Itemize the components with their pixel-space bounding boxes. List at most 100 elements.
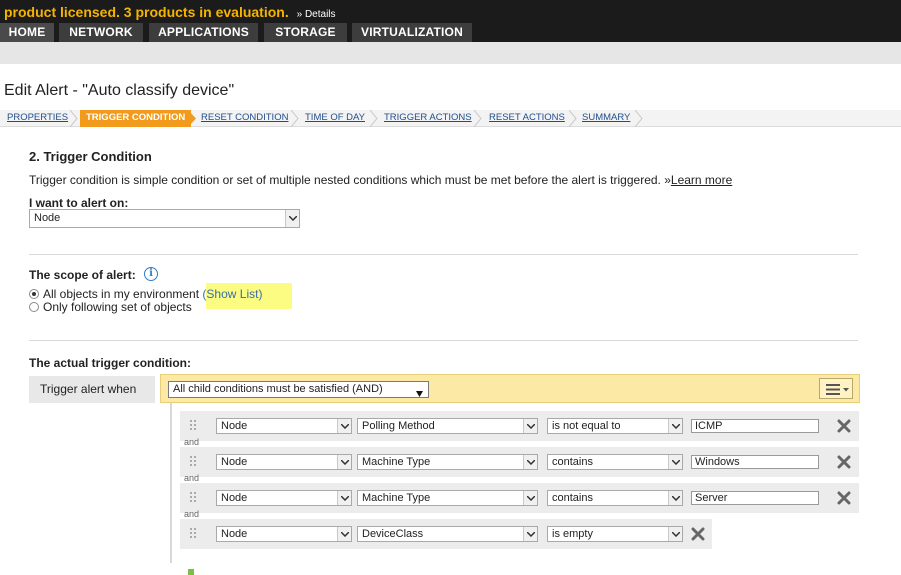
drag-handle-icon[interactable] [190, 528, 196, 538]
and-connector: and [184, 437, 200, 447]
add-condition-icon[interactable] [188, 569, 194, 575]
condition-operator-select[interactable]: is empty [547, 526, 683, 542]
chevron-down-icon [523, 455, 537, 469]
chevron-down-icon [337, 527, 351, 541]
condition-object-value: Node [221, 420, 248, 432]
radio-selected-icon[interactable] [29, 289, 39, 299]
condition-operator-value: contains [552, 492, 593, 504]
condition-object-select[interactable]: Node [216, 526, 352, 542]
alert-on-select[interactable]: Node [29, 209, 300, 228]
chevron-down-icon [337, 491, 351, 505]
condition-field-value: DeviceClass [362, 528, 424, 540]
chevron-down-icon [285, 210, 299, 227]
tab-storage[interactable]: STORAGE [264, 23, 347, 42]
license-text: product licensed. 3 products in evaluati… [4, 4, 289, 20]
group-mode-value: All child conditions must be satisfied (… [173, 383, 383, 395]
trigger-when-label: Trigger alert when [29, 376, 155, 403]
alert-on-value: Node [34, 212, 61, 224]
divider [29, 340, 858, 341]
scope-option-all[interactable]: All objects in my environment (Show List… [29, 287, 262, 301]
tree-connector [170, 403, 172, 563]
chevron-down-icon [523, 527, 537, 541]
scope-option-following-label: Only following set of objects [43, 300, 192, 314]
wizard-steps: PROPERTIES TRIGGER CONDITION RESET CONDI… [0, 110, 901, 127]
condition-field-select[interactable]: Machine Type [357, 490, 538, 506]
scope-label: The scope of alert: [29, 268, 136, 282]
step-separator [69, 110, 78, 127]
show-list-link[interactable]: (Show List) [202, 287, 262, 301]
details-link[interactable]: » Details [297, 9, 336, 20]
condition-value-input[interactable]: Server [691, 491, 819, 505]
condition-field-select[interactable]: Machine Type [357, 454, 538, 470]
step-separator [568, 110, 577, 127]
step-separator [369, 110, 378, 127]
condition-object-value: Node [221, 456, 248, 468]
learn-more-link[interactable]: Learn more [671, 173, 732, 187]
chevron-down-icon [337, 455, 351, 469]
tab-virtualization[interactable]: VIRTUALIZATION [352, 23, 472, 42]
condition-object-value: Node [221, 492, 248, 504]
sub-navigation-bar [0, 42, 901, 64]
radio-unselected-icon[interactable] [29, 302, 39, 312]
step-summary[interactable]: SUMMARY [582, 110, 630, 127]
chevron-down-icon [668, 491, 682, 505]
condition-operator-select[interactable]: contains [547, 454, 683, 470]
license-status: product licensed. 3 products in evaluati… [4, 4, 336, 20]
info-icon[interactable]: i [144, 267, 158, 281]
group-mode-select[interactable]: All child conditions must be satisfied (… [168, 381, 429, 398]
condition-operator-value: is empty [552, 528, 593, 540]
step-trigger-condition[interactable]: TRIGGER CONDITION [80, 110, 192, 127]
condition-operator-value: contains [552, 456, 593, 468]
page-title: Edit Alert - "Auto classify device" [4, 82, 235, 99]
condition-operator-select[interactable]: contains [547, 490, 683, 506]
condition-field-value: Machine Type [362, 456, 431, 468]
condition-value-input[interactable]: Windows [691, 455, 819, 469]
step-reset-actions[interactable]: RESET ACTIONS [489, 110, 565, 127]
condition-field-select[interactable]: DeviceClass [357, 526, 538, 542]
chevron-down-icon [668, 419, 682, 433]
chevron-down-icon [523, 419, 537, 433]
divider [29, 254, 858, 255]
step-separator [634, 110, 643, 127]
section-description: Trigger condition is simple condition or… [29, 173, 732, 187]
delete-icon[interactable] [837, 455, 851, 469]
condition-operator-select[interactable]: is not equal to [547, 418, 683, 434]
description-text: Trigger condition is simple condition or… [29, 173, 671, 187]
step-time-of-day[interactable]: TIME OF DAY [305, 110, 365, 127]
condition-field-value: Machine Type [362, 492, 431, 504]
step-properties[interactable]: PROPERTIES [7, 110, 68, 127]
section-heading: 2. Trigger Condition [29, 149, 152, 164]
drag-handle-icon[interactable] [190, 456, 196, 466]
step-separator [188, 110, 197, 127]
drag-handle-icon[interactable] [190, 492, 196, 502]
condition-object-select[interactable]: Node [216, 490, 352, 506]
step-reset-condition[interactable]: RESET CONDITION [201, 110, 288, 127]
chevron-down-icon [337, 419, 351, 433]
condition-object-select[interactable]: Node [216, 454, 352, 470]
group-menu-button[interactable] [819, 378, 853, 399]
scope-option-all-label: All objects in my environment [43, 287, 200, 301]
step-separator [473, 110, 482, 127]
and-connector: and [184, 509, 200, 519]
tab-network[interactable]: NETWORK [59, 23, 143, 42]
delete-icon[interactable] [837, 491, 851, 505]
delete-icon[interactable] [691, 527, 705, 541]
hamburger-icon [826, 384, 849, 395]
condition-object-value: Node [221, 528, 248, 540]
step-trigger-actions[interactable]: TRIGGER ACTIONS [384, 110, 472, 127]
condition-field-value: Polling Method [362, 420, 435, 432]
drag-handle-icon[interactable] [190, 420, 196, 430]
alert-on-label: I want to alert on: [29, 196, 129, 210]
tab-applications[interactable]: APPLICATIONS [149, 23, 258, 42]
delete-icon[interactable] [837, 419, 851, 433]
condition-field-select[interactable]: Polling Method [357, 418, 538, 434]
condition-value-input[interactable]: ICMP [691, 419, 819, 433]
step-separator [290, 110, 299, 127]
tab-home[interactable]: HOME [0, 23, 54, 42]
scope-option-following[interactable]: Only following set of objects [29, 300, 192, 314]
caret-down-icon [416, 387, 423, 402]
chevron-down-icon [668, 527, 682, 541]
condition-object-select[interactable]: Node [216, 418, 352, 434]
trigger-section-label: The actual trigger condition: [29, 356, 192, 370]
condition-operator-value: is not equal to [552, 420, 621, 432]
